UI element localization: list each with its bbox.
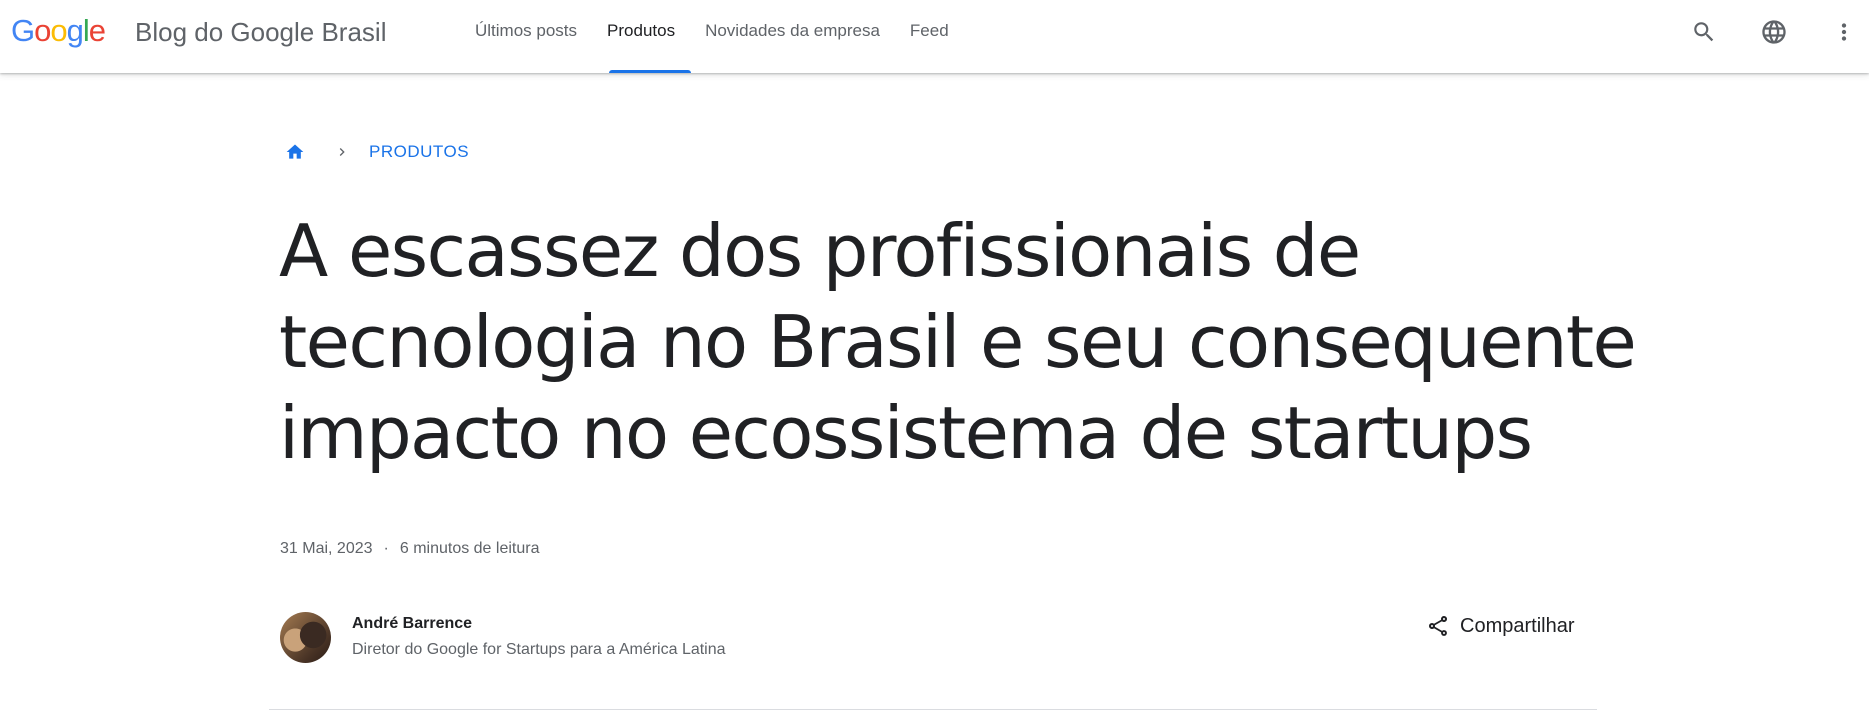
logo-letter: G [11, 13, 35, 48]
share-button[interactable]: Compartilhar [1426, 614, 1574, 638]
meta-separator: · [383, 540, 389, 557]
logo-letter: g [66, 13, 84, 48]
avatar [280, 612, 331, 663]
site-header: G o o g l e Blog do Google Brasil Último… [0, 0, 1869, 73]
share-icon [1429, 615, 1448, 636]
main-nav: Últimos posts Produtos Novidades da empr… [460, 0, 964, 73]
logo-letter: o [50, 13, 67, 48]
share-label: Compartilhar [1460, 614, 1575, 637]
more-vert-icon[interactable] [1826, 14, 1862, 50]
publish-date: 31 Mai, 2023 [280, 540, 373, 557]
divider [269, 709, 1597, 710]
globe-icon[interactable] [1756, 14, 1792, 50]
google-logo[interactable]: G o o g l e [11, 13, 106, 48]
home-icon[interactable] [284, 141, 306, 163]
breadcrumb: PRODUTOS [284, 140, 469, 164]
logo-letter: o [34, 13, 51, 48]
chevron-right-icon [332, 142, 352, 162]
article-meta: 31 Mai, 2023 · 6 minutos de leitura [280, 540, 539, 558]
nav-item-company-news[interactable]: Novidades da empresa [690, 0, 895, 67]
nav-item-feed[interactable]: Feed [895, 0, 964, 67]
site-title[interactable]: Blog do Google Brasil [135, 17, 386, 48]
article-title: A escassez dos profissionais de tecnolog… [279, 209, 1637, 475]
logo-letter: e [88, 13, 106, 48]
nav-item-products[interactable]: Produtos [592, 0, 690, 67]
active-tab-indicator [609, 70, 691, 73]
breadcrumb-link-products[interactable]: PRODUTOS [369, 142, 469, 162]
author-role: Diretor do Google for Startups para a Am… [352, 641, 726, 658]
author-name: André Barrence [352, 615, 473, 632]
nav-item-latest-posts[interactable]: Últimos posts [460, 0, 592, 67]
reading-time: 6 minutos de leitura [399, 540, 540, 557]
search-icon[interactable] [1686, 14, 1722, 50]
